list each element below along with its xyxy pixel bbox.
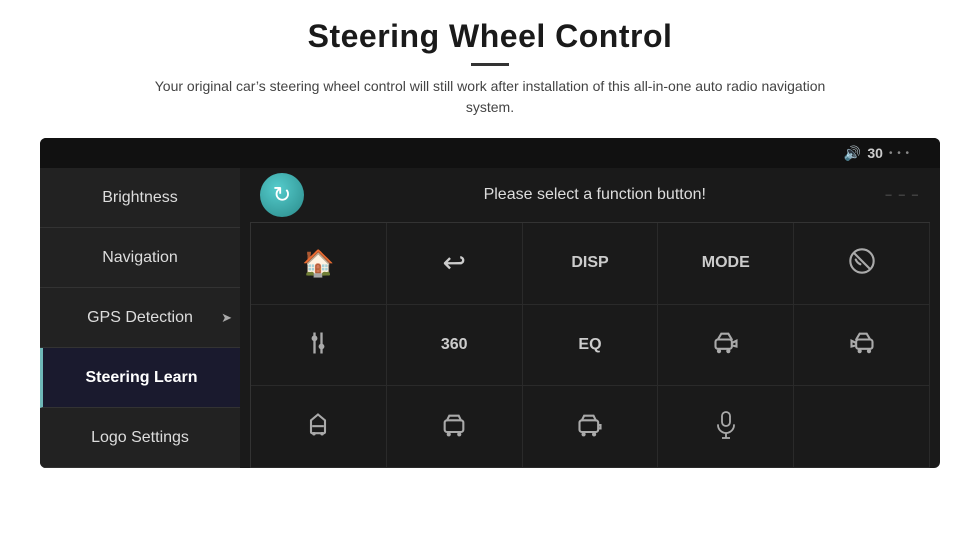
mode-label: MODE [702,254,750,272]
sidebar: Brightness Navigation GPS Detection ➤ St… [40,168,240,468]
volume-number: 30 [867,145,883,161]
title-divider [471,63,509,66]
function-grid: 🏠 ↩ DISP MODE [250,223,930,468]
car-3-icon [576,411,604,443]
cursor-icon: ➤ [221,310,232,326]
sidebar-item-steering-learn[interactable]: Steering Learn [40,348,240,408]
volume-icon: 🔊 [844,145,861,162]
refresh-icon: ↻ [273,182,291,208]
grid-cell-car-2[interactable] [387,386,523,468]
grid-cell-home[interactable]: 🏠 [251,223,387,305]
page-subtitle: Your original car’s steering wheel contr… [130,76,850,118]
back-icon: ↩ [442,249,465,277]
grid-cell-empty [794,386,930,468]
panel-body: Brightness Navigation GPS Detection ➤ St… [40,168,940,468]
phone-off-icon [848,247,876,279]
grid-cell-disp[interactable]: DISP [523,223,659,305]
mic-icon [714,411,738,443]
grid-cell-back[interactable]: ↩ [387,223,523,305]
disp-label: DISP [571,254,608,272]
grid-cell-mic[interactable] [658,386,794,468]
sliders-icon [304,329,332,361]
grid-cell-car-left[interactable] [658,305,794,387]
prompt-text: Please select a function button! [320,186,870,204]
header-dots: – – – [886,189,920,201]
car-right-icon [848,329,876,361]
content-header: ↻ Please select a function button! – – – [250,168,930,223]
refresh-button[interactable]: ↻ [260,173,304,217]
sidebar-item-logo-settings[interactable]: Logo Settings [40,408,240,468]
page-title: Steering Wheel Control [60,18,920,55]
sidebar-item-brightness[interactable]: Brightness [40,168,240,228]
car-2-icon [440,411,468,443]
eq-label: EQ [578,336,601,354]
grid-cell-mode[interactable]: MODE [658,223,794,305]
grid-cell-360[interactable]: 360 [387,305,523,387]
car-top-icon [304,411,332,443]
grid-cell-eq-sliders[interactable] [251,305,387,387]
car-left-icon [712,329,740,361]
panel-top-bar: 🔊 30 • • • [40,138,940,168]
page-header: Steering Wheel Control Your original car… [0,0,980,128]
top-right-dots: • • • [889,148,910,159]
grid-cell-phone-off[interactable] [794,223,930,305]
grid-cell-car-top[interactable] [251,386,387,468]
360-label: 360 [441,336,468,354]
sidebar-item-gps-detection[interactable]: GPS Detection ➤ [40,288,240,348]
grid-cell-eq[interactable]: EQ [523,305,659,387]
main-content: ↻ Please select a function button! – – –… [240,168,940,468]
sidebar-item-navigation[interactable]: Navigation [40,228,240,288]
grid-cell-car-right[interactable] [794,305,930,387]
grid-cell-car-3[interactable] [523,386,659,468]
home-icon: 🏠 [302,250,334,276]
ui-panel: 🔊 30 • • • Brightness Navigation GPS Det… [40,138,940,468]
